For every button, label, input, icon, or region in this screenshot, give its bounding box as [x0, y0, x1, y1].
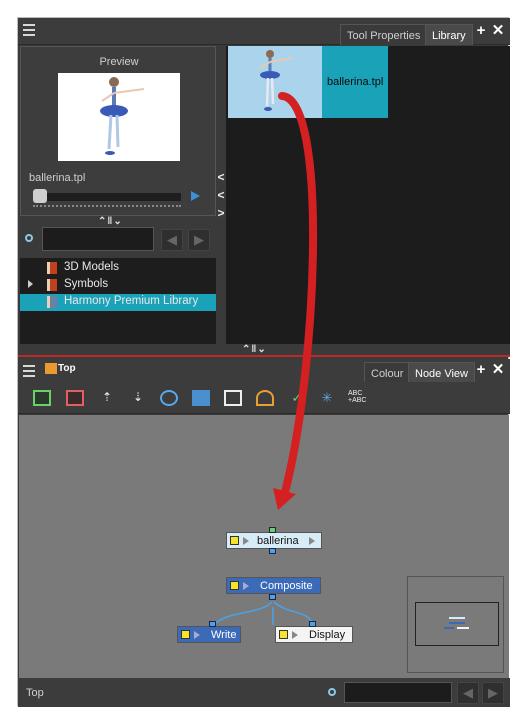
node-enable-icon[interactable]: [230, 536, 239, 545]
search-next-button[interactable]: ▶: [482, 682, 504, 704]
search-icon: [25, 234, 33, 242]
expand-right-icon[interactable]: >: [216, 204, 226, 222]
move-up-icon[interactable]: ⇡: [98, 390, 116, 406]
library-tree: 3D Models Symbols Harmony Premium Librar…: [20, 258, 216, 344]
play-icon[interactable]: [191, 191, 200, 201]
node-view-toolbar: ⇡ ⇣ ✓ ✳ ABC +ABC: [18, 382, 510, 414]
input-port[interactable]: [209, 621, 216, 627]
library-panel-header: Tool Properties Library + ✕: [18, 18, 510, 45]
preview-slider-knob[interactable]: [33, 189, 47, 203]
navigator-minimap[interactable]: [407, 576, 504, 673]
node-search-input[interactable]: [344, 682, 452, 703]
preview-file-label: ballerina.tpl: [29, 172, 86, 184]
search-icon: [328, 688, 336, 696]
book-icon: [47, 262, 57, 274]
tree-item-label: Harmony Premium Library: [64, 295, 199, 307]
search-prev-button[interactable]: ◀: [161, 229, 183, 251]
tree-item-3d-models[interactable]: 3D Models: [20, 260, 216, 277]
search-prev-button[interactable]: ◀: [457, 682, 479, 704]
panel-splitter[interactable]: ⌃‖⌄: [18, 344, 510, 357]
node-open-icon[interactable]: [309, 537, 315, 545]
tree-item-harmony-premium-library[interactable]: Harmony Premium Library: [20, 294, 216, 311]
expand-arrow-icon[interactable]: [28, 280, 33, 288]
library-search-input[interactable]: [42, 227, 154, 251]
group-icon[interactable]: [192, 390, 210, 406]
node-enable-icon[interactable]: [279, 630, 288, 639]
add-peg-icon[interactable]: [33, 390, 51, 406]
network-icon[interactable]: ✳: [318, 390, 336, 406]
preview-title: Preview: [99, 56, 139, 68]
node-label: Composite: [260, 580, 313, 592]
node-expand-icon[interactable]: [243, 582, 249, 590]
display-icon[interactable]: [224, 390, 242, 406]
node-write[interactable]: Write: [177, 626, 241, 643]
add-drawing-icon[interactable]: [66, 390, 84, 406]
tab-node-view[interactable]: Node View: [408, 362, 475, 382]
input-port[interactable]: [269, 527, 276, 533]
output-port[interactable]: [269, 548, 276, 554]
node-view-status-bar: Top ◀ ▶: [18, 678, 510, 707]
node-ballerina[interactable]: ballerina: [226, 532, 322, 549]
tab-tool-properties[interactable]: Tool Properties: [340, 24, 428, 45]
tab-library[interactable]: Library: [425, 24, 473, 45]
home-icon[interactable]: [45, 363, 57, 374]
collapse-left-icon[interactable]: <: [216, 168, 226, 186]
library-item-thumbnail[interactable]: [228, 46, 322, 118]
splitter-grip-icon[interactable]: ⌃‖⌄: [242, 344, 267, 356]
library-content-pane: ballerina.tpl: [226, 46, 510, 344]
navigator-viewport[interactable]: [415, 602, 499, 646]
preview-slider-ticks: [33, 205, 181, 208]
ballerina-preview-image: [58, 73, 180, 161]
collapse-left-icon[interactable]: <: [216, 186, 226, 204]
library-search-row: ◀ ▶: [20, 226, 216, 254]
tree-item-label: 3D Models: [64, 261, 119, 273]
preview-slider-track[interactable]: [33, 193, 181, 201]
search-next-button[interactable]: ▶: [188, 229, 210, 251]
book-icon: [47, 279, 57, 291]
camera-icon[interactable]: [160, 390, 178, 406]
add-panel-icon[interactable]: +: [474, 23, 488, 39]
preview-area: Preview ballerina.tpl: [20, 46, 216, 216]
node-enable-icon[interactable]: [230, 581, 239, 590]
node-label: Write: [211, 629, 237, 641]
layer-icon[interactable]: [256, 390, 274, 406]
node-expand-icon[interactable]: [243, 537, 249, 545]
panel-menu-icon[interactable]: [23, 24, 37, 38]
library-item-name: ballerina.tpl: [327, 76, 384, 88]
node-enable-icon[interactable]: [181, 630, 190, 639]
node-label: ballerina: [257, 535, 299, 547]
tab-colour[interactable]: Colour: [364, 362, 411, 382]
node-expand-icon[interactable]: [292, 631, 298, 639]
harmony-window: Tool Properties Library + ✕ Preview ball…: [17, 17, 510, 707]
node-expand-icon[interactable]: [194, 631, 200, 639]
node-composite[interactable]: Composite: [226, 577, 321, 594]
node-label: Display: [309, 629, 346, 641]
library-left-pane: Preview ballerina.tpl ⌃‖⌄ ◀ ▶ 3D Models …: [20, 46, 216, 344]
panel-menu-icon[interactable]: [23, 365, 37, 379]
node-view-header: Top Colour Node View + ✕: [18, 359, 510, 382]
move-down-icon[interactable]: ⇣: [129, 390, 147, 406]
status-breadcrumb: Top: [26, 687, 44, 699]
node-display[interactable]: Display: [275, 626, 353, 643]
enable-icon[interactable]: ✓: [288, 390, 306, 406]
add-panel-icon[interactable]: +: [474, 362, 488, 378]
pane-toggle-arrows: < < >: [216, 168, 226, 222]
input-port[interactable]: [309, 621, 316, 627]
text-icon[interactable]: ABC +ABC: [348, 390, 366, 406]
tree-item-label: Symbols: [64, 278, 109, 290]
close-panel-icon[interactable]: ✕: [491, 362, 505, 378]
breadcrumb[interactable]: Top: [58, 363, 76, 374]
output-port[interactable]: [269, 594, 276, 600]
close-panel-icon[interactable]: ✕: [491, 23, 505, 39]
tree-item-symbols[interactable]: Symbols: [20, 277, 216, 294]
book-icon: [47, 296, 57, 308]
